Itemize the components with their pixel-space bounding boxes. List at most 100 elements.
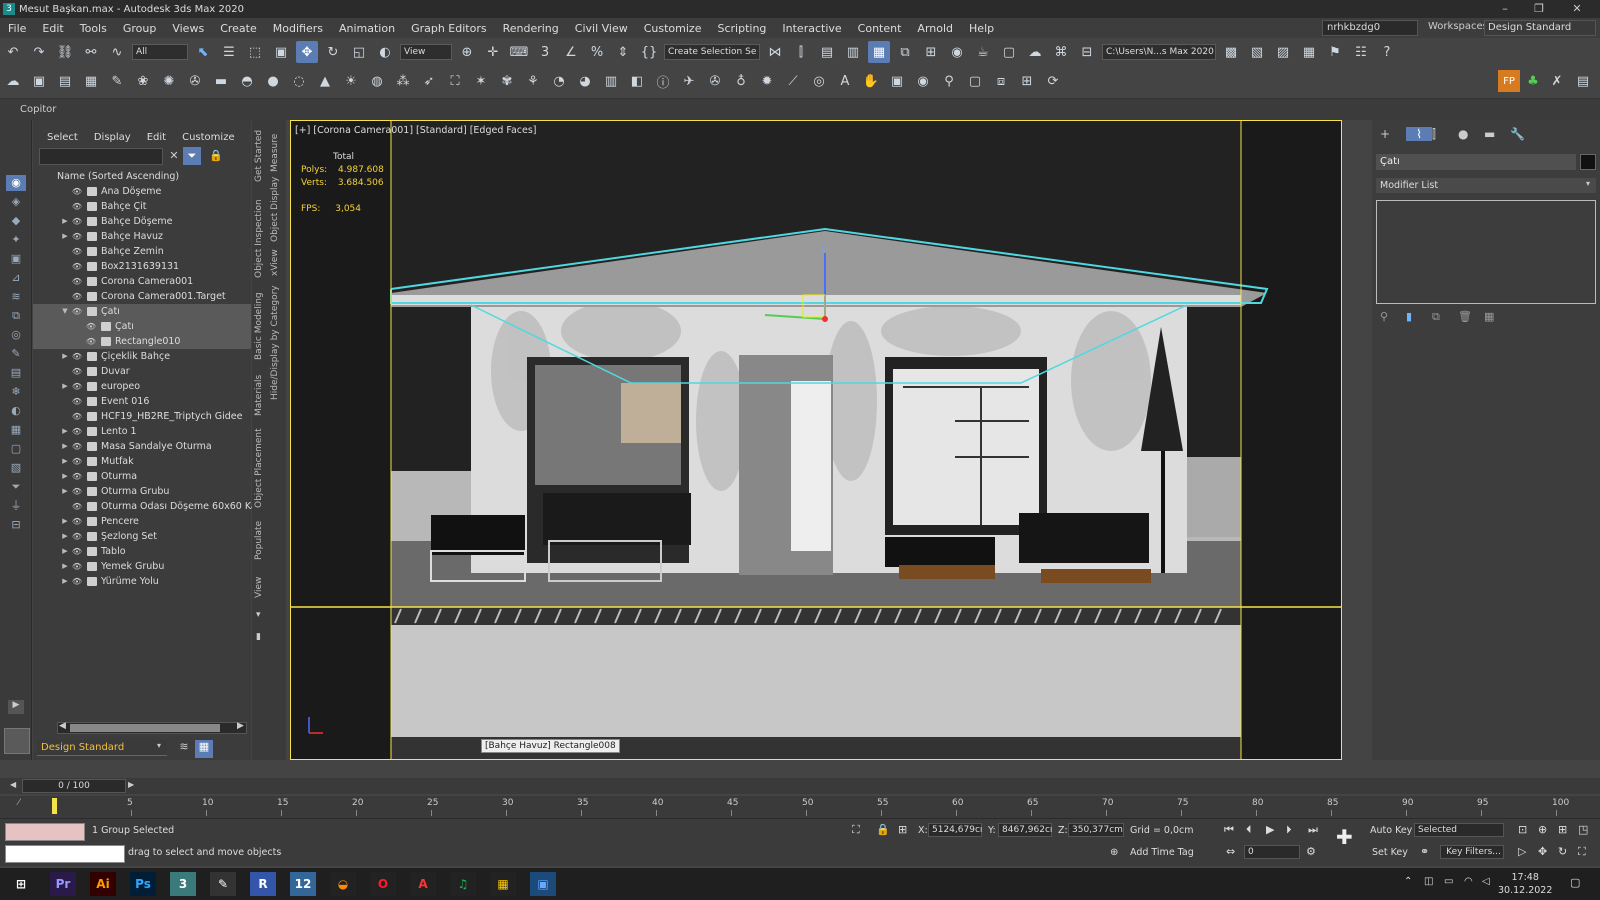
expand-arrow-icon[interactable]: ▶	[61, 559, 69, 574]
groups-filter-icon[interactable]: ⧉	[6, 308, 26, 324]
zoom-icon[interactable]: ⊕	[1538, 823, 1547, 836]
y-coordinate-field[interactable]: 8467,962cı	[998, 823, 1052, 837]
xrefs-filter-icon[interactable]: ◎	[6, 327, 26, 343]
snaps-toggle-icon[interactable]: 3	[534, 41, 556, 63]
expand-arrow-icon[interactable]: ▶	[61, 349, 69, 364]
globe-icon[interactable]: ◕	[574, 70, 596, 92]
visibility-eye-icon[interactable]: 👁	[71, 199, 83, 214]
curve-editor-icon[interactable]: ⧉	[894, 41, 916, 63]
light-lister-icon[interactable]: ▤	[54, 70, 76, 92]
utilities-tab-icon[interactable]: 🔧	[1510, 127, 1536, 141]
maxscript-listener-input[interactable]	[5, 845, 125, 863]
pointer-icon[interactable]: ➶	[418, 70, 440, 92]
collapse-arrow-icon[interactable]: ▼	[61, 304, 69, 319]
visibility-eye-icon[interactable]: 👁	[71, 229, 83, 244]
mini-curve-icon[interactable]: ⁄	[18, 798, 20, 808]
vfb-icon[interactable]: ◧	[626, 70, 648, 92]
close-icon[interactable]: ✕	[1562, 0, 1592, 18]
taskbar-app-icon[interactable]: ◒	[330, 872, 356, 896]
window-crossing-icon[interactable]: ▣	[270, 41, 292, 63]
taskbar-app-icon[interactable]: ▣	[530, 872, 556, 896]
hierarchy-tab-icon[interactable]: ⫿	[1432, 127, 1458, 142]
set-project-icon[interactable]: ▩	[1220, 41, 1242, 63]
tab-materials[interactable]: Materials	[254, 375, 264, 416]
next-key-icon[interactable]: ⏵	[1286, 823, 1292, 837]
list-item[interactable]: ▶ 👁 Mutfak	[33, 454, 251, 469]
modifier-list-dropdown[interactable]: Modifier List	[1376, 178, 1596, 193]
list-item[interactable]: ▶ 👁 Yürüme Yolu	[33, 574, 251, 589]
tab-object-placement[interactable]: Object Placement	[254, 428, 264, 508]
visibility-eye-icon[interactable]: 👁	[71, 244, 83, 259]
dolly-icon[interactable]: ▷	[1518, 845, 1526, 858]
hidden-filter-icon[interactable]: ◐	[6, 403, 26, 419]
goto-end-icon[interactable]: ⏭	[1308, 823, 1318, 837]
modifier-stack[interactable]	[1376, 200, 1596, 304]
proxy-icon[interactable]: ⛶	[444, 70, 466, 92]
bones-filter-icon[interactable]: ✎	[6, 346, 26, 362]
current-frame-field[interactable]: 0	[1244, 845, 1300, 859]
menu-edit[interactable]: Edit	[34, 22, 71, 35]
target-icon[interactable]: ◎	[808, 70, 830, 92]
visibility-eye-icon[interactable]: 👁	[71, 484, 83, 499]
taskbar-app-icon[interactable]: ✎	[210, 872, 236, 896]
explorer-workspace-selector[interactable]: Design Standard	[37, 740, 167, 756]
taskbar-app-icon[interactable]: ♫	[450, 872, 476, 896]
restore-icon[interactable]: ❐	[1524, 0, 1554, 18]
visibility-eye-icon[interactable]: 👁	[71, 289, 83, 304]
modifier-chevron-icon[interactable]: ▾	[1586, 179, 1590, 188]
mirror-icon[interactable]: ⋈	[764, 41, 786, 63]
transform-mode-icon[interactable]: ⊞	[898, 823, 907, 836]
reference-coordinate-dropdown[interactable]: View	[400, 44, 452, 60]
object-color-swatch[interactable]	[1580, 154, 1596, 170]
menu-scripting[interactable]: Scripting	[709, 22, 774, 35]
list-item[interactable]: 👁 Rectangle010	[33, 334, 251, 349]
selection-lock-icon[interactable]: 🔒	[876, 823, 890, 836]
time-tag-icon[interactable]: ⊕	[1110, 847, 1118, 858]
unlink-icon[interactable]: ⚯	[80, 41, 102, 63]
list-item[interactable]: 👁 Ana Döşeme	[33, 184, 251, 199]
rendered-frame-icon[interactable]: ▢	[998, 41, 1020, 63]
list-item[interactable]: 👁 Box2131639131	[33, 259, 251, 274]
teapot-icon[interactable]: ☁	[2, 70, 24, 92]
color-correct-icon[interactable]: ▥	[600, 70, 622, 92]
decal-icon[interactable]: ◔	[548, 70, 570, 92]
viewport-label-menu[interactable]: [+] [Corona Camera001] [Standard] [Edged…	[295, 125, 537, 136]
menu-help[interactable]: Help	[961, 22, 1002, 35]
helpers-filter-icon[interactable]: ⊿	[6, 270, 26, 286]
menu-interactive[interactable]: Interactive	[774, 22, 849, 35]
tab-get-started[interactable]: Get Started	[254, 130, 264, 182]
menu-create[interactable]: Create	[212, 22, 265, 35]
prev-key-icon[interactable]: ⏴	[1246, 823, 1252, 837]
render-production-icon[interactable]: ☁	[1024, 41, 1046, 63]
set-key-big-icon[interactable]: ✚	[1336, 825, 1353, 849]
list-item[interactable]: 👁 Corona Camera001.Target	[33, 289, 251, 304]
network-icon[interactable]: ✶	[470, 70, 492, 92]
user-account-dropdown[interactable]: nrhkbzdg0	[1322, 20, 1418, 36]
dome-icon[interactable]: ◓	[236, 70, 258, 92]
sun-icon[interactable]: ☀	[340, 70, 362, 92]
pivot-center-icon[interactable]: ⊕	[456, 41, 478, 63]
visibility-eye-icon[interactable]: 👁	[71, 514, 83, 529]
visibility-eye-icon[interactable]: 👁	[71, 364, 83, 379]
taskbar-app-icon[interactable]: Ps	[130, 872, 156, 896]
windows-start-icon[interactable]: ⊞	[8, 872, 34, 896]
tab-basic-modeling[interactable]: Basic Modeling	[254, 292, 264, 360]
select-object-icon[interactable]: ⬉	[192, 41, 214, 63]
invert-filter-icon[interactable]: ▧	[6, 460, 26, 476]
menu-tools[interactable]: Tools	[72, 22, 115, 35]
list-item[interactable]: ▶ 👁 Yemek Grubu	[33, 559, 251, 574]
table-icon[interactable]: ▤	[1572, 70, 1594, 92]
link-icon[interactable]: ⛓	[54, 41, 76, 63]
list-item[interactable]: 👁 Bahçe Çit	[33, 199, 251, 214]
zoom-all-icon[interactable]: ⊞	[1558, 823, 1567, 836]
time-slider[interactable]: ◀ 0 / 100 ▶	[0, 778, 1600, 794]
visibility-eye-icon[interactable]: 👁	[71, 184, 83, 199]
percent-snap-icon[interactable]: %	[586, 41, 608, 63]
texture-icon[interactable]: ◉	[912, 70, 934, 92]
list-item[interactable]: 👁 Duvar	[33, 364, 251, 379]
goto-start-icon[interactable]: ⏮	[1224, 823, 1234, 837]
visibility-eye-icon[interactable]: 👁	[71, 574, 83, 589]
list-item[interactable]: ▶ 👁 Şezlong Set	[33, 529, 251, 544]
select-manipulate-icon[interactable]: ✛	[482, 41, 504, 63]
visibility-eye-icon[interactable]: 👁	[85, 319, 97, 334]
